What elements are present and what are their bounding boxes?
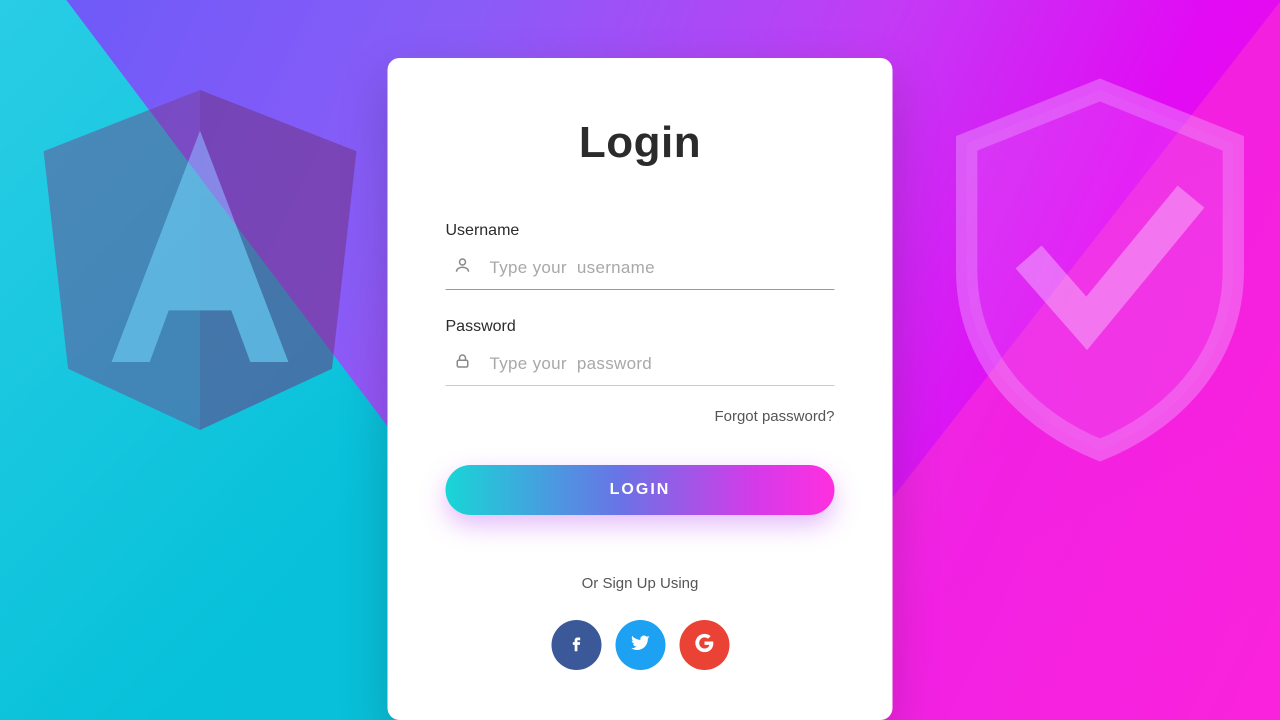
username-field-group: Username — [446, 222, 835, 290]
login-card: Login Username Password — [388, 58, 893, 720]
forgot-password-link[interactable]: Forgot password? — [446, 408, 835, 425]
lock-icon — [454, 352, 472, 375]
username-input-row[interactable] — [446, 250, 835, 290]
password-input-row[interactable] — [446, 346, 835, 386]
password-label: Password — [446, 318, 835, 336]
social-buttons-row — [446, 620, 835, 670]
password-field-group: Password — [446, 318, 835, 386]
page-title: Login — [446, 118, 835, 168]
username-label: Username — [446, 222, 835, 240]
twitter-button[interactable] — [615, 620, 665, 670]
login-button[interactable]: LOGIN — [446, 465, 835, 515]
google-button[interactable] — [679, 620, 729, 670]
twitter-icon — [629, 632, 651, 659]
google-icon — [693, 632, 715, 659]
username-input[interactable] — [490, 258, 835, 278]
facebook-button[interactable] — [551, 620, 601, 670]
angular-logo-icon — [30, 75, 370, 445]
shield-check-icon — [930, 70, 1270, 470]
facebook-icon — [565, 632, 587, 659]
user-icon — [454, 256, 472, 279]
password-input[interactable] — [490, 354, 835, 374]
or-signup-label: Or Sign Up Using — [446, 575, 835, 592]
